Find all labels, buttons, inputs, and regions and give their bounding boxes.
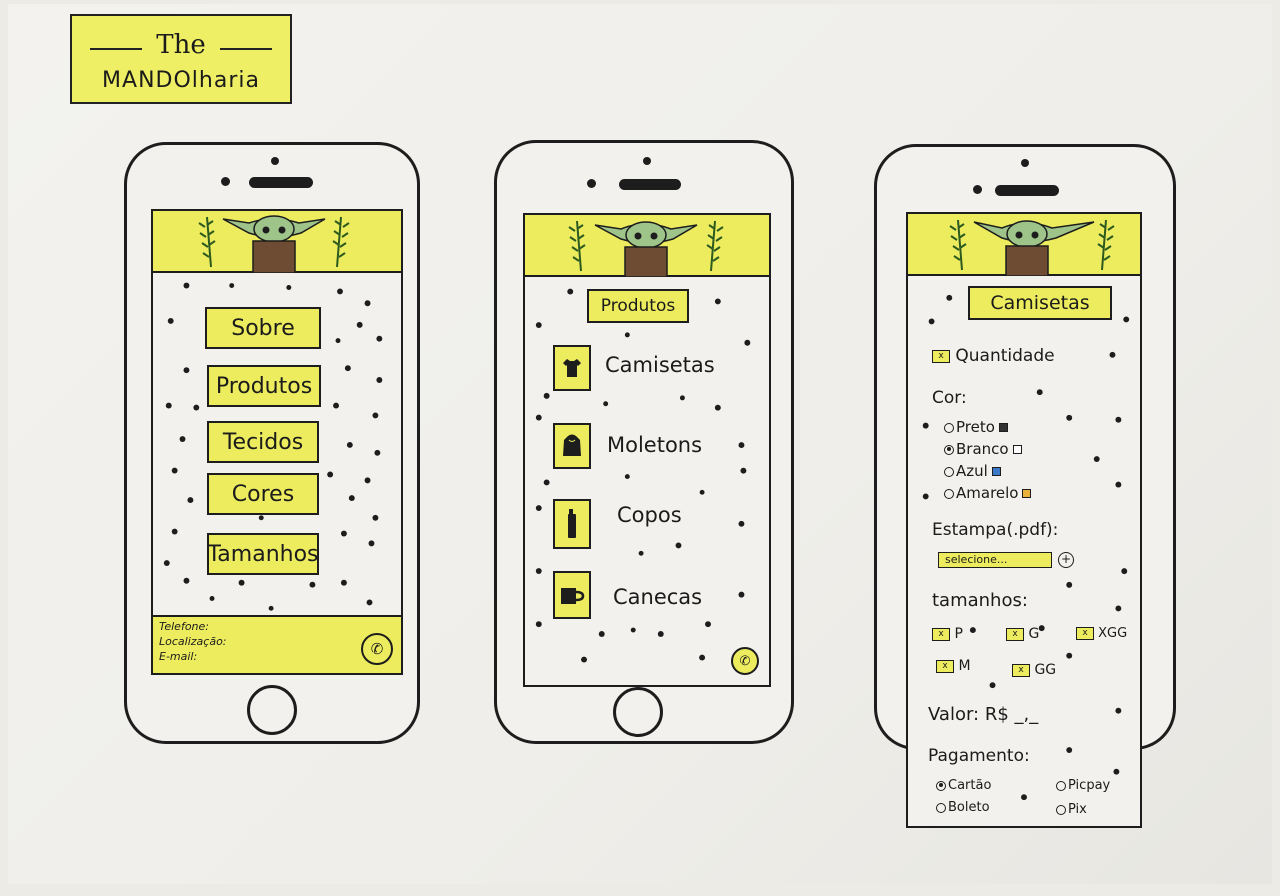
size-p-checkbox[interactable]: x [932,627,950,641]
front-camera [221,177,230,186]
whatsapp-icon[interactable]: ✆ [731,647,759,675]
radio-amarelo[interactable] [944,488,954,499]
screen-products: Produtos Camisetas Moletons Copos Caneca… [523,213,771,687]
front-sensor [643,157,651,165]
size-option-p[interactable]: x P [932,626,963,642]
menu-sobre-button[interactable]: Sobre [205,307,321,349]
swatch-amarelo [1022,489,1032,498]
payment-option-cartao[interactable]: Cartão [936,778,991,793]
radio-pix[interactable] [1056,804,1066,815]
product-copos-label[interactable]: Copos [617,503,682,527]
print-label: Estampa(.pdf): [932,520,1059,540]
home-button[interactable] [247,685,297,735]
size-m-checkbox[interactable]: x [936,659,954,673]
color-amarelo-label: Amarelo [956,484,1019,502]
quantity-row[interactable]: x Quantidade [932,346,1055,366]
header-banner [153,211,401,274]
screen-detail: Camisetas x Quantidade Cor: Preto Branco… [906,212,1142,828]
logo-line2: MANDOlharia [102,68,260,93]
baby-yoda-icon [198,215,350,274]
color-option-azul[interactable]: Azul [944,462,1001,480]
footer-location: Localização: [159,635,227,648]
home-button[interactable] [613,687,663,737]
size-option-xgg[interactable]: x XGG [1076,626,1127,641]
swatch-preto [998,423,1008,432]
size-option-m[interactable]: x M [936,658,971,674]
front-camera [973,185,982,194]
front-sensor [271,157,279,165]
screen-home: Sobre Produtos Tecidos Cores Tamanhos Te… [151,209,403,675]
color-label: Cor: [932,388,967,408]
radio-picpay[interactable] [1056,780,1066,791]
color-branco-label: Branco [956,440,1009,458]
brand-logo: The MANDOlharia [70,14,292,104]
color-option-amarelo[interactable]: Amarelo [944,484,1032,502]
menu-produtos-button[interactable]: Produtos [207,365,321,407]
color-preto-label: Preto [956,418,995,436]
size-g-label: G [1028,626,1040,642]
detail-title: Camisetas [968,286,1112,320]
color-option-branco[interactable]: Branco [944,440,1022,458]
mug-icon[interactable] [553,571,591,619]
quantity-checkbox[interactable]: x [932,349,950,363]
footer-email: E-mail: [159,650,198,663]
payment-option-boleto[interactable]: Boleto [936,800,990,815]
baby-yoda-icon [568,220,724,278]
size-gg-checkbox[interactable]: x [1012,663,1030,677]
contact-footer: Telefone: Localização: E-mail: ✆ [153,615,401,673]
product-camisetas-label[interactable]: Camisetas [605,353,715,377]
size-xgg-checkbox[interactable]: x [1076,627,1094,640]
size-gg-label: GG [1034,662,1057,678]
size-p-label: P [954,626,963,642]
header-banner [525,215,769,278]
radio-branco[interactable] [944,444,954,455]
payment-pix-label: Pix [1068,802,1087,817]
value-label: Valor: R$ _,_ [928,704,1039,725]
speaker-grille [619,179,681,190]
swatch-azul [991,467,1001,476]
cup-icon[interactable] [553,499,591,549]
hoodie-icon[interactable] [553,423,591,469]
front-sensor [1021,159,1029,167]
sizes-label: tamanhos: [932,590,1028,611]
product-canecas-label[interactable]: Canecas [613,585,702,609]
radio-cartao[interactable] [936,780,946,791]
size-g-checkbox[interactable]: x [1006,627,1024,641]
phone-home: Sobre Produtos Tecidos Cores Tamanhos Te… [124,142,420,744]
menu-cores-button[interactable]: Cores [207,473,319,515]
size-xgg-label: XGG [1098,626,1128,641]
select-file-button[interactable]: selecione... [938,552,1052,568]
payment-cartao-label: Cartão [948,778,992,793]
payment-option-picpay[interactable]: Picpay [1056,778,1110,793]
radio-preto[interactable] [944,422,954,433]
logo-line1: The [156,30,206,60]
footer-phone: Telefone: [159,620,209,633]
menu-tecidos-button[interactable]: Tecidos [207,421,319,463]
front-camera [587,179,596,188]
product-moletons-label[interactable]: Moletons [607,433,702,457]
payment-picpay-label: Picpay [1068,778,1111,793]
radio-boleto[interactable] [936,802,946,813]
speaker-grille [995,185,1059,196]
radio-azul[interactable] [944,466,954,477]
quantity-label: Quantidade [955,346,1055,366]
color-azul-label: Azul [956,462,988,480]
menu-tamanhos-button[interactable]: Tamanhos [207,533,319,575]
phone-products: Produtos Camisetas Moletons Copos Caneca… [494,140,794,744]
size-m-label: M [958,658,971,674]
size-option-gg[interactable]: x GG [1012,662,1056,678]
swatch-branco [1012,445,1022,454]
payment-option-pix[interactable]: Pix [1056,802,1087,817]
speaker-grille [249,177,313,188]
plus-icon[interactable]: + [1058,552,1074,568]
tshirt-icon[interactable] [553,345,591,391]
baby-yoda-icon [949,219,1115,277]
whatsapp-icon[interactable]: ✆ [361,633,393,665]
products-title: Produtos [587,289,689,323]
header-banner [908,214,1140,277]
size-option-g[interactable]: x G [1006,626,1039,642]
payment-label: Pagamento: [928,746,1030,766]
color-option-preto[interactable]: Preto [944,418,1008,436]
payment-boleto-label: Boleto [948,800,990,815]
